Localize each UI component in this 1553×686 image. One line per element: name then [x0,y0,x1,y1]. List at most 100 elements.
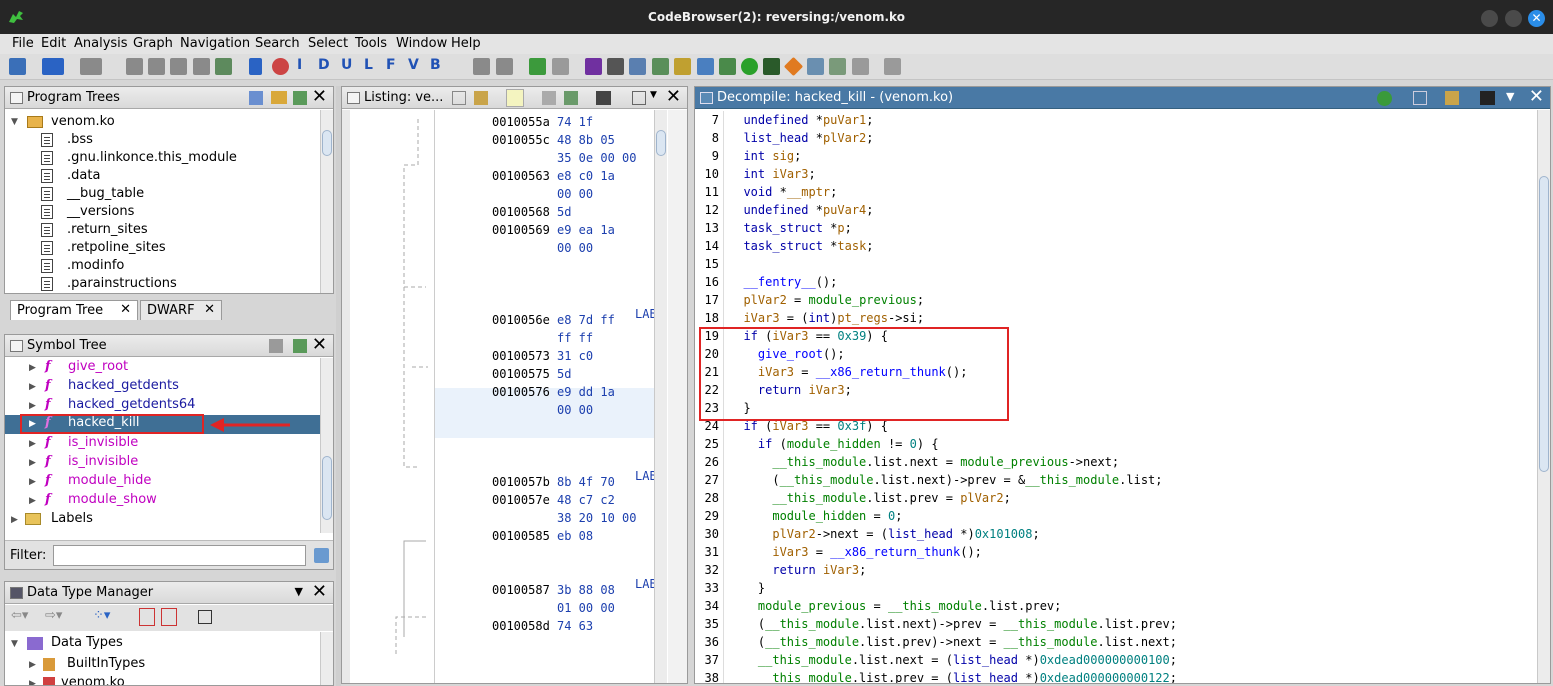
terminal-icon[interactable] [763,58,780,75]
tab-dwarf[interactable]: DWARF ✕ [140,300,222,320]
listing-bytes[interactable]: ff ff [557,331,593,345]
expand-icon[interactable]: ▶ [29,382,36,392]
labels-row[interactable]: ▶ Labels [5,511,321,529]
expand-icon[interactable]: ▶ [29,477,36,487]
menu-search[interactable]: Search [255,36,300,51]
listing-bytes[interactable]: 35 0e 00 00 [557,151,636,165]
listing-bytes[interactable]: 74 63 [557,619,593,633]
close-tab-icon[interactable]: ✕ [204,302,215,317]
copy-decompile-icon[interactable] [1413,91,1427,105]
menu-tools[interactable]: Tools [355,36,387,51]
data-button[interactable]: D [318,57,330,73]
tool-icon-1[interactable] [473,58,490,75]
snapshot-icon[interactable] [596,91,611,105]
create-namespace-icon[interactable] [269,339,283,353]
listing-menu-icon[interactable] [632,91,646,105]
paste-icon[interactable] [474,91,488,105]
close-window-button[interactable]: ✕ [1528,10,1545,27]
code-line[interactable]: module_hidden = 0; [729,509,902,527]
close-listing-icon[interactable]: ✕ [666,87,681,107]
code-line[interactable]: iVar3 = __x86_return_thunk(); [729,545,982,563]
menu-navigation[interactable]: Navigation [180,36,250,51]
listing-address[interactable]: 00100576 [492,385,550,399]
symbol-row[interactable]: ▶ f give_root [5,359,321,377]
run-icon[interactable] [741,58,758,75]
listing-overview-bar[interactable] [668,110,687,683]
listing-bytes[interactable]: 38 20 10 00 [557,511,636,525]
listing-tool-1-icon[interactable] [542,91,556,105]
listing-bytes[interactable]: e9 dd 1a [557,385,615,399]
redo-icon[interactable] [552,58,569,75]
cursor-icon[interactable] [506,89,524,107]
window-icon-9[interactable] [884,58,901,75]
listing-dropdown-icon[interactable]: ▼ [650,90,657,100]
listing-bytes[interactable]: e8 7d ff [557,313,615,327]
decompile-menu-icon[interactable]: ▼ [1506,90,1514,103]
label-button[interactable]: L [364,57,373,73]
window-icon-8[interactable] [852,58,869,75]
symbol-row[interactable]: ▶ f hacked_getdents [5,378,321,396]
bookmark-button[interactable]: B [430,57,441,73]
script-icon[interactable] [607,58,624,75]
listing-bytes[interactable]: 5d [557,205,571,219]
new-tree-icon[interactable] [249,91,263,105]
window-icon-6[interactable] [807,58,824,75]
listing-address[interactable]: 00100587 [492,583,550,597]
code-line[interactable]: if (iVar3 == 0x3f) { [729,419,888,437]
listing-bytes[interactable]: 00 00 [557,187,593,201]
tab-program-tree[interactable]: Program Tree ✕ [10,300,138,320]
expand-icon[interactable]: ▼ [11,117,18,127]
dtm-menu-icon[interactable]: ▼ [295,585,303,598]
window-icon-7[interactable] [829,58,846,75]
nav-icon-3[interactable] [170,58,187,75]
menu-select[interactable]: Select [308,36,348,51]
menu-file[interactable]: File [12,36,34,51]
code-line[interactable]: __this_module.list.prev = (list_head *)0… [729,671,1177,683]
window-icon-3[interactable] [674,58,691,75]
listing-address[interactable]: 0010055a [492,115,550,129]
code-line[interactable]: __this_module.list.next = module_previou… [729,455,1119,473]
close-dtm-icon[interactable]: ✕ [312,582,327,602]
code-line[interactable]: task_struct *p; [729,221,851,239]
listing-address[interactable]: 00100573 [492,349,550,363]
listing-bytes[interactable]: 5d [557,367,571,381]
symbol-tree-scrollbar[interactable] [320,358,333,533]
listing-bytes[interactable]: 48 8b 05 [557,133,615,147]
menu-graph[interactable]: Graph [133,36,173,51]
refresh-decompile-icon[interactable] [1377,91,1392,106]
dtm-back-icon[interactable]: ⇦▾ [11,608,28,623]
refresh-icon[interactable] [293,339,307,353]
close-tab-icon[interactable]: ✕ [120,302,131,317]
code-line[interactable]: if (module_hidden != 0) { [729,437,939,455]
symbol-row[interactable]: ▶ f is_invisible [5,454,321,472]
listing-bytes[interactable]: 3b 88 08 [557,583,615,597]
code-line[interactable]: (__this_module.list.prev)->next = __this… [729,635,1177,653]
listing-address[interactable]: 0010057b [492,475,550,489]
menu-window[interactable]: Window [396,36,447,51]
filter-options-icon[interactable] [314,548,329,563]
back-arrow-icon[interactable] [42,58,64,75]
undo-icon[interactable] [529,58,546,75]
stop-icon[interactable] [272,58,289,75]
listing-address[interactable]: 00100563 [492,169,550,183]
dtm-expand-icon[interactable]: ⁘▾ [93,608,110,623]
listing-address[interactable]: 0010056e [492,313,550,327]
snapshot-icon[interactable] [1480,91,1495,105]
listing-bytes[interactable]: 31 c0 [557,349,593,363]
listing-address[interactable]: 00100575 [492,367,550,381]
listing-bytes[interactable]: e9 ea 1a [557,223,615,237]
listing-tool-2-icon[interactable] [564,91,578,105]
listing-address[interactable]: 0010058d [492,619,550,633]
function-button[interactable]: F [386,57,396,73]
symbol-row[interactable]: ▶ f is_invisible [5,435,321,453]
dtm-filter-icon-1[interactable] [139,608,155,626]
scroll-thumb[interactable] [1539,176,1549,472]
expand-icon[interactable]: ▶ [11,515,18,525]
open-folder-icon[interactable] [271,91,287,104]
edit-signature-icon[interactable] [1445,91,1459,105]
tool-icon-2[interactable] [496,58,513,75]
code-line[interactable]: module_previous = __this_module.list.pre… [729,599,1061,617]
expand-icon[interactable]: ▶ [29,401,36,411]
window-icon-5[interactable] [719,58,736,75]
diamond-icon[interactable] [783,56,804,77]
